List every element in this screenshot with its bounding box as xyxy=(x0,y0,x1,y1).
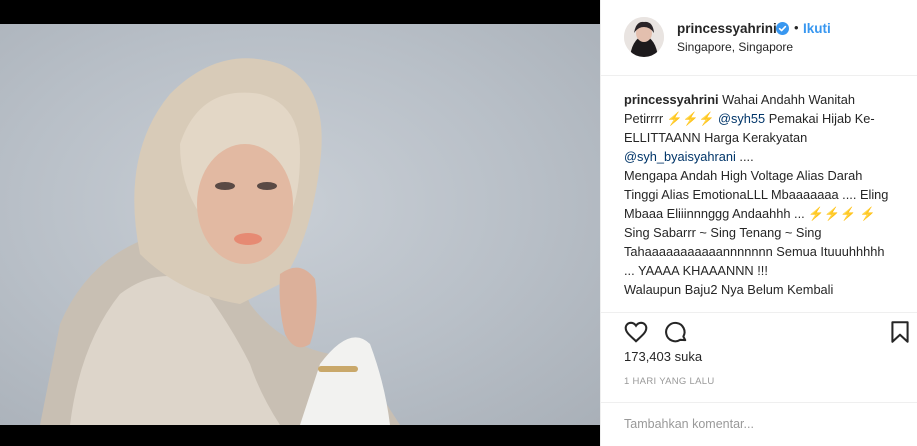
caption-first-paragraph: princessyahrini Wahai Andahh Wanitah Pet… xyxy=(624,90,892,166)
username-link[interactable]: princessyahrini xyxy=(677,21,777,36)
avatar[interactable] xyxy=(624,17,664,57)
follow-button[interactable]: Ikuti xyxy=(803,21,831,36)
caption-username-link[interactable]: princessyahrini xyxy=(624,92,719,107)
caption-text-part3: .... xyxy=(735,149,754,164)
likes-count[interactable]: 173,403 suka xyxy=(624,349,702,364)
caption-line-sing: Sing Sabarrr ~ Sing Tenang ~ Sing Tahaaa… xyxy=(624,225,885,278)
location-link[interactable]: Singapore, Singapore xyxy=(677,40,793,54)
post-side-panel: princessyahrini • Ikuti Singapore, Singa… xyxy=(600,0,917,446)
caption-line-mengapa: Mengapa Andah High Voltage Alias Darah T… xyxy=(624,168,889,221)
comment-input[interactable] xyxy=(624,413,894,435)
caption-line-walaupun: Walaupun Baju2 Nya Belum Kembali xyxy=(624,282,834,297)
bookmark-icon[interactable] xyxy=(887,319,913,345)
separator-dot: • xyxy=(794,20,799,35)
post-actions xyxy=(601,312,917,352)
post-photo-illustration xyxy=(40,58,400,425)
comment-bar xyxy=(601,402,917,446)
post-photo[interactable] xyxy=(0,24,600,425)
verified-badge-icon xyxy=(776,22,789,35)
comment-icon[interactable] xyxy=(663,319,689,345)
heart-icon[interactable] xyxy=(623,319,649,345)
avatar-image xyxy=(624,17,664,57)
mention-link-syh-byaisyahrani[interactable]: @syh_byaisyahrani xyxy=(624,149,736,164)
mention-link-syh55[interactable]: @syh55 xyxy=(718,111,765,126)
post-timestamp[interactable]: 1 HARI YANG LALU xyxy=(624,376,715,387)
post-header: princessyahrini • Ikuti Singapore, Singa… xyxy=(601,0,917,76)
post-caption: princessyahrini Wahai Andahh Wanitah Pet… xyxy=(624,90,892,308)
